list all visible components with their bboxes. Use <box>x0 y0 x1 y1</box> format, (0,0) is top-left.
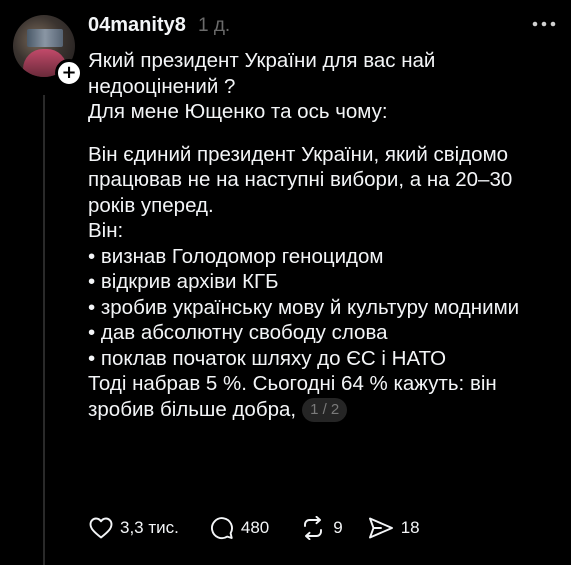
bullet-item: • зробив українську мову й культуру модн… <box>88 295 520 319</box>
comment-bubble-icon <box>210 517 233 540</box>
post-line: років уперед. <box>88 193 214 217</box>
post-line: Він єдиний президент України, який свідо… <box>88 142 509 166</box>
like-button[interactable]: 3,3 тис. <box>89 517 179 539</box>
follow-plus-icon[interactable]: + <box>55 59 83 87</box>
action-bar: 3,3 тис. 480 9 18 <box>89 514 420 542</box>
share-count: 18 <box>400 518 420 537</box>
post-text: Який президент України для вас най недоо… <box>88 48 568 422</box>
avatar-column: + <box>13 15 83 565</box>
comment-count: 480 <box>240 518 270 537</box>
bullet-item: • дав абсолютну свободу слова <box>88 321 388 344</box>
repost-count: 9 <box>333 518 343 537</box>
comment-button[interactable]: 480 <box>210 516 269 540</box>
page-indicator[interactable]: 1 / 2 <box>302 397 348 422</box>
post-line: Він: <box>88 219 124 242</box>
post-line: Який президент України для вас най <box>88 49 436 72</box>
bullet-item: • поклав початок шляху до ЄС і НАТО <box>88 346 447 370</box>
post-last-line: зробив більше добра, 1 / 2 <box>88 397 568 423</box>
repost-button[interactable]: 9 <box>300 516 343 540</box>
post-line: зробив більше добра, <box>88 397 297 421</box>
heart-icon <box>89 517 113 539</box>
more-dots-icon[interactable] <box>531 14 561 38</box>
like-count: 3,3 тис. <box>120 518 179 537</box>
post-line: Тоді набрав 5 %. Сьогодні 64 % кажуть: в… <box>88 372 497 395</box>
thread-line <box>43 95 45 565</box>
post-timestamp[interactable]: 1 д. <box>198 15 230 37</box>
repost-icon <box>304 516 323 540</box>
post-line: працював не на наступні вибори, а на 20–… <box>88 168 513 191</box>
bullet-item: • відкрив архіви КГБ <box>88 270 279 293</box>
bullet-item: • визнав Голодомор геноцидом <box>88 244 384 268</box>
username[interactable]: 04manity8 <box>88 14 186 37</box>
send-icon <box>368 517 393 539</box>
post-line: недооцінений ? <box>88 74 236 98</box>
share-button[interactable]: 18 <box>368 516 420 540</box>
avatar-screen-shape <box>27 29 63 47</box>
post-line: Для мене Ющенко та ось чому: <box>88 100 388 123</box>
